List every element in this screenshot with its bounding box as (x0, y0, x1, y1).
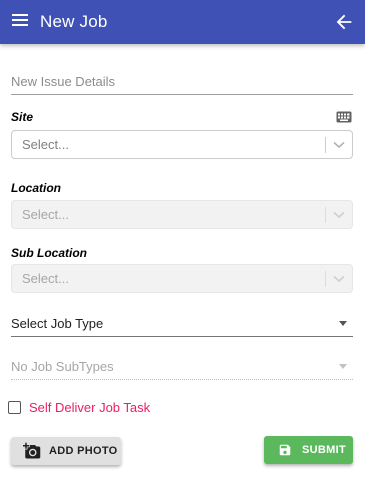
job-subtype-underline (11, 379, 353, 380)
dropdown-arrow-icon (339, 321, 347, 326)
save-floppy-icon (279, 444, 291, 456)
chevron-down-icon[interactable] (326, 201, 352, 228)
self-deliver-label[interactable]: Self Deliver Job Task (29, 400, 150, 415)
dropdown-arrow-icon (339, 364, 347, 369)
hamburger-menu-icon[interactable] (12, 14, 28, 30)
site-label: Site (11, 110, 34, 124)
issue-details-underline (11, 94, 353, 95)
job-type-placeholder: Select Job Type (11, 316, 104, 331)
arrow-left-icon[interactable] (333, 11, 355, 33)
job-type-select[interactable]: Select Job Type (11, 313, 353, 337)
location-select-placeholder: Select... (22, 207, 69, 222)
issue-details-input[interactable]: New Issue Details (11, 74, 353, 89)
keyboard-icon[interactable] (336, 111, 352, 123)
job-subtype-placeholder: No Job SubTypes (11, 359, 114, 374)
chevron-down-icon[interactable] (326, 131, 352, 158)
page-title: New Job (40, 12, 108, 31)
app-bar: New Job (0, 0, 365, 44)
add-photo-camera-icon (23, 442, 41, 459)
submit-label: SUBMIT (302, 444, 346, 456)
job-type-underline (11, 336, 353, 337)
site-select-placeholder: Select... (22, 137, 69, 152)
submit-button[interactable]: SUBMIT (264, 436, 353, 464)
self-deliver-checkbox[interactable] (8, 401, 21, 414)
job-subtype-select[interactable]: No Job SubTypes (11, 356, 353, 380)
chevron-down-icon[interactable] (326, 265, 352, 292)
add-photo-label: ADD PHOTO (49, 445, 118, 457)
sub-location-select-placeholder: Select... (22, 271, 69, 286)
sub-location-select[interactable]: Select... (11, 264, 353, 293)
sub-location-label: Sub Location (11, 246, 87, 260)
location-label: Location (11, 181, 61, 195)
add-photo-button[interactable]: ADD PHOTO (11, 437, 121, 465)
site-select[interactable]: Select... (11, 130, 353, 159)
location-select[interactable]: Select... (11, 200, 353, 229)
self-deliver-row: Self Deliver Job Task (8, 400, 150, 415)
